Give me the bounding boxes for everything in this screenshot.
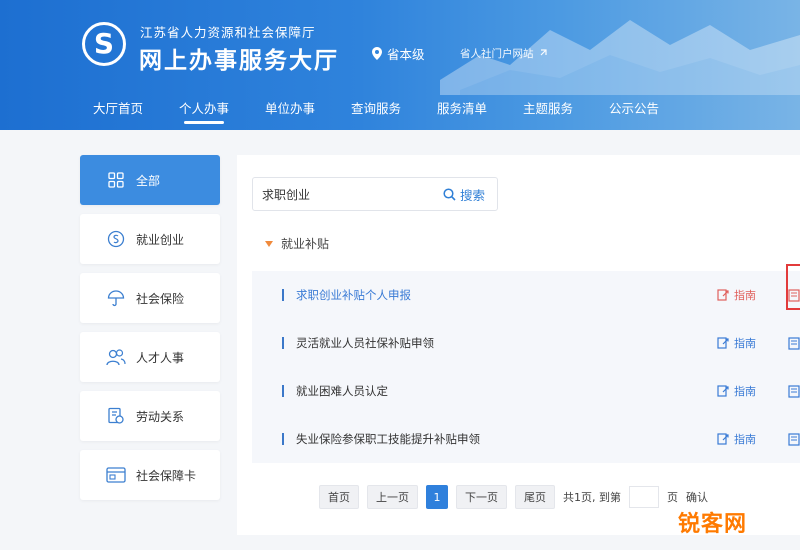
list-item[interactable]: 灵活就业人员社保补贴申领 指南 [252, 319, 800, 367]
row-marker [282, 289, 284, 301]
service-name[interactable]: 就业困难人员认定 [296, 383, 388, 399]
prev-page-button[interactable]: 上一页 [367, 485, 418, 509]
search-input[interactable] [253, 179, 443, 209]
page-unit: 页 [667, 491, 678, 504]
pagination: 首页 上一页 1 下一页 尾页 共1页, 到第 页 确认 [319, 485, 708, 509]
list-item[interactable]: 失业保险参保职工技能提升补贴申领 指南 [252, 415, 800, 463]
row-marker [282, 337, 284, 349]
search-icon [443, 187, 456, 201]
search-button-label: 搜索 [459, 187, 485, 203]
nav-item-theme[interactable]: 主题服务 [505, 92, 591, 122]
service-list: 求职创业补贴个人申报 指南 灵活就业人员社保补贴申领 指南 就业困难人员认定 指… [252, 271, 800, 463]
sidebar-item-label: 人才人事 [136, 350, 185, 365]
current-page-button[interactable]: 1 [426, 485, 448, 509]
site-logo[interactable]: S [82, 22, 126, 66]
nav-item-notice[interactable]: 公示公告 [591, 92, 677, 122]
level-label: 省本级 [387, 47, 425, 62]
list-item[interactable]: 求职创业补贴个人申报 指南 [252, 271, 800, 319]
guide-link[interactable]: 指南 [717, 431, 756, 447]
page-info: 共1页, 到第 [563, 491, 621, 504]
guide-icon [717, 337, 729, 349]
guide-link[interactable]: 指南 [717, 335, 756, 351]
service-name[interactable]: 失业保险参保职工技能提升补贴申领 [296, 431, 480, 447]
apply-icon[interactable] [787, 384, 800, 398]
category-label: 就业补贴 [281, 237, 330, 251]
sidebar-item-insurance[interactable]: 社会保险 [80, 273, 220, 323]
page-jump-input[interactable] [629, 486, 659, 508]
service-name[interactable]: 灵活就业人员社保补贴申领 [296, 335, 434, 351]
guide-icon [717, 385, 729, 397]
search-box: 搜索 [252, 177, 498, 211]
guide-icon [717, 289, 729, 301]
site-title: 网上办事服务大厅 [139, 48, 339, 74]
sidebar-item-labor[interactable]: 劳动关系 [80, 391, 220, 441]
page-jump-confirm[interactable]: 确认 [686, 489, 708, 505]
nav-item-query[interactable]: 查询服务 [333, 92, 419, 122]
header: S 江苏省人力资源和社会保障厅 网上办事服务大厅 省本级 省人社门户网站 大厅首… [0, 0, 800, 130]
list-item[interactable]: 就业困难人员认定 指南 [252, 367, 800, 415]
nav-item-personal[interactable]: 个人办事 [161, 92, 247, 124]
portal-link[interactable]: 省人社门户网站 [460, 46, 547, 61]
external-link-icon [540, 49, 547, 56]
last-page-button[interactable]: 尾页 [515, 485, 555, 509]
guide-label: 指南 [734, 385, 756, 398]
highlight-box [786, 264, 800, 310]
next-page-button[interactable]: 下一页 [456, 485, 507, 509]
nav-item-unit[interactable]: 单位办事 [247, 92, 333, 122]
guide-link[interactable]: 指南 [717, 287, 756, 303]
grid-icon [106, 170, 126, 190]
guide-label: 指南 [734, 433, 756, 446]
sidebar-item-label: 全部 [136, 173, 161, 188]
coin-icon [106, 229, 126, 249]
apply-icon[interactable] [787, 336, 800, 350]
search-button[interactable]: 搜索 [443, 185, 497, 204]
main-nav: 大厅首页 个人办事 单位办事 查询服务 服务清单 主题服务 公示公告 [75, 92, 677, 130]
sidebar-item-employment[interactable]: 就业创业 [80, 214, 220, 264]
service-name[interactable]: 求职创业补贴个人申报 [296, 287, 411, 303]
sidebar-item-label: 劳动关系 [136, 409, 185, 424]
row-marker [282, 433, 284, 445]
first-page-button[interactable]: 首页 [319, 485, 359, 509]
portal-link-label: 省人社门户网站 [460, 48, 534, 60]
location-pin-icon [372, 47, 382, 60]
watermark: 锐客网 [678, 512, 748, 537]
sidebar-item-label: 社会保障卡 [136, 468, 197, 483]
row-marker [282, 385, 284, 397]
nav-item-service-list[interactable]: 服务清单 [419, 92, 505, 122]
s-logo-icon: S [93, 27, 115, 60]
guide-label: 指南 [734, 337, 756, 350]
sidebar-item-social-card[interactable]: 社会保障卡 [80, 450, 220, 500]
sidebar-item-all[interactable]: 全部 [80, 155, 220, 205]
level-selector[interactable]: 省本级 [372, 44, 425, 63]
caret-down-icon [265, 240, 273, 247]
umbrella-icon [106, 288, 126, 308]
document-gear-icon [106, 406, 126, 426]
guide-link[interactable]: 指南 [717, 383, 756, 399]
category-header[interactable]: 就业补贴 [265, 235, 329, 252]
card-icon [106, 465, 126, 485]
people-icon [106, 347, 126, 367]
sidebar-item-talent[interactable]: 人才人事 [80, 332, 220, 382]
main-panel: 搜索 就业补贴 求职创业补贴个人申报 指南 灵活就业人员社保补贴申领 指南 [237, 155, 800, 535]
org-name: 江苏省人力资源和社会保障厅 [140, 25, 316, 40]
guide-label: 指南 [734, 289, 756, 302]
guide-icon [717, 433, 729, 445]
sidebar-item-label: 就业创业 [136, 232, 185, 247]
apply-icon[interactable] [787, 432, 800, 446]
sidebar: 全部 就业创业 社会保险 人才人事 劳动关系 社会保障卡 [80, 155, 220, 509]
nav-item-home[interactable]: 大厅首页 [75, 92, 161, 122]
sidebar-item-label: 社会保险 [136, 291, 185, 306]
